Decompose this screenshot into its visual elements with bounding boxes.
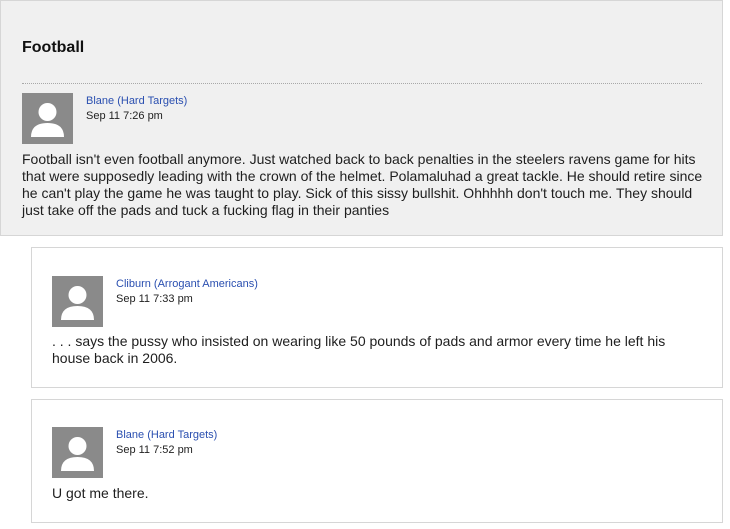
reply-body: . . . says the pussy who insisted on wea… — [52, 333, 666, 366]
reply-meta: Cliburn (Arrogant Americans) Sep 11 7:33… — [116, 278, 258, 305]
reply-card: Cliburn (Arrogant Americans) Sep 11 7:33… — [31, 247, 723, 388]
reply-body: U got me there. — [52, 485, 149, 501]
post-meta: Blane (Hard Targets) Sep 11 7:26 pm — [86, 95, 188, 122]
team-link[interactable]: Arrogant Americans — [158, 278, 255, 290]
reply-card: Blane (Hard Targets) Sep 11 7:52 pm U go… — [31, 399, 723, 523]
post-timestamp: Sep 11 7:26 pm — [86, 110, 163, 122]
author-link[interactable]: Cliburn — [116, 278, 151, 290]
team-link[interactable]: Hard Targets — [121, 95, 184, 107]
reply-timestamp: Sep 11 7:52 pm — [116, 444, 193, 456]
post-body: Football isn't even football anymore. Ju… — [22, 151, 703, 218]
topic-divider — [22, 83, 702, 84]
reply-meta: Blane (Hard Targets) Sep 11 7:52 pm — [116, 429, 218, 456]
avatar-icon[interactable] — [22, 93, 73, 144]
reply-timestamp: Sep 11 7:33 pm — [116, 293, 193, 305]
topic-panel: Football Blane (Hard Targets) Sep 11 7:2… — [0, 0, 723, 236]
avatar-icon[interactable] — [52, 427, 103, 478]
avatar-icon[interactable] — [52, 276, 103, 327]
team-link[interactable]: Hard Targets — [151, 429, 214, 441]
author-link[interactable]: Blane — [116, 429, 144, 441]
topic-title: Football — [22, 39, 85, 56]
author-link[interactable]: Blane — [86, 95, 114, 107]
